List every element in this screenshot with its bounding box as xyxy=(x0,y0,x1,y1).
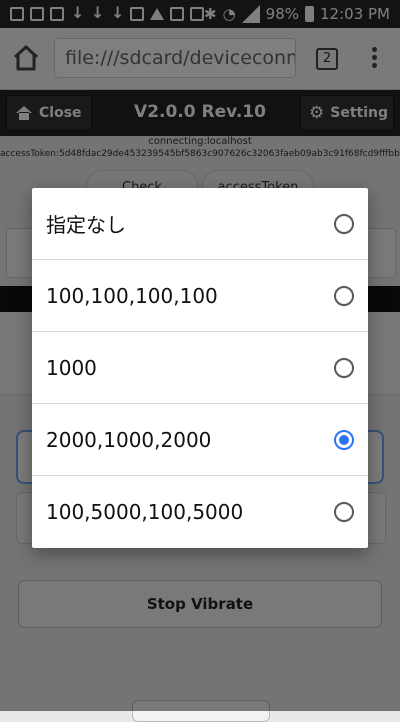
option-label: 指定なし xyxy=(46,213,126,237)
pattern-picker-dialog: 指定なし 100,100,100,100 1000 2000,1000,2000… xyxy=(32,188,368,548)
radio-button[interactable] xyxy=(334,502,354,522)
option-1000[interactable]: 1000 xyxy=(32,332,368,404)
option-label: 2000,1000,2000 xyxy=(46,427,212,452)
radio-button[interactable] xyxy=(334,213,354,234)
option-label: 100,100,100,100 xyxy=(46,283,218,308)
radio-button[interactable] xyxy=(334,357,354,378)
option-label: 100,5000,100,5000 xyxy=(46,500,244,524)
option-2000-1000-2000[interactable]: 2000,1000,2000 xyxy=(32,404,368,476)
option-label: 1000 xyxy=(46,355,97,380)
radio-button[interactable] xyxy=(334,285,354,306)
radio-button-selected[interactable] xyxy=(334,429,354,450)
option-100-100-100-100[interactable]: 100,100,100,100 xyxy=(32,260,368,332)
option-100-5000-100-5000[interactable]: 100,5000,100,5000 xyxy=(32,476,368,548)
option-none[interactable]: 指定なし xyxy=(32,188,368,260)
